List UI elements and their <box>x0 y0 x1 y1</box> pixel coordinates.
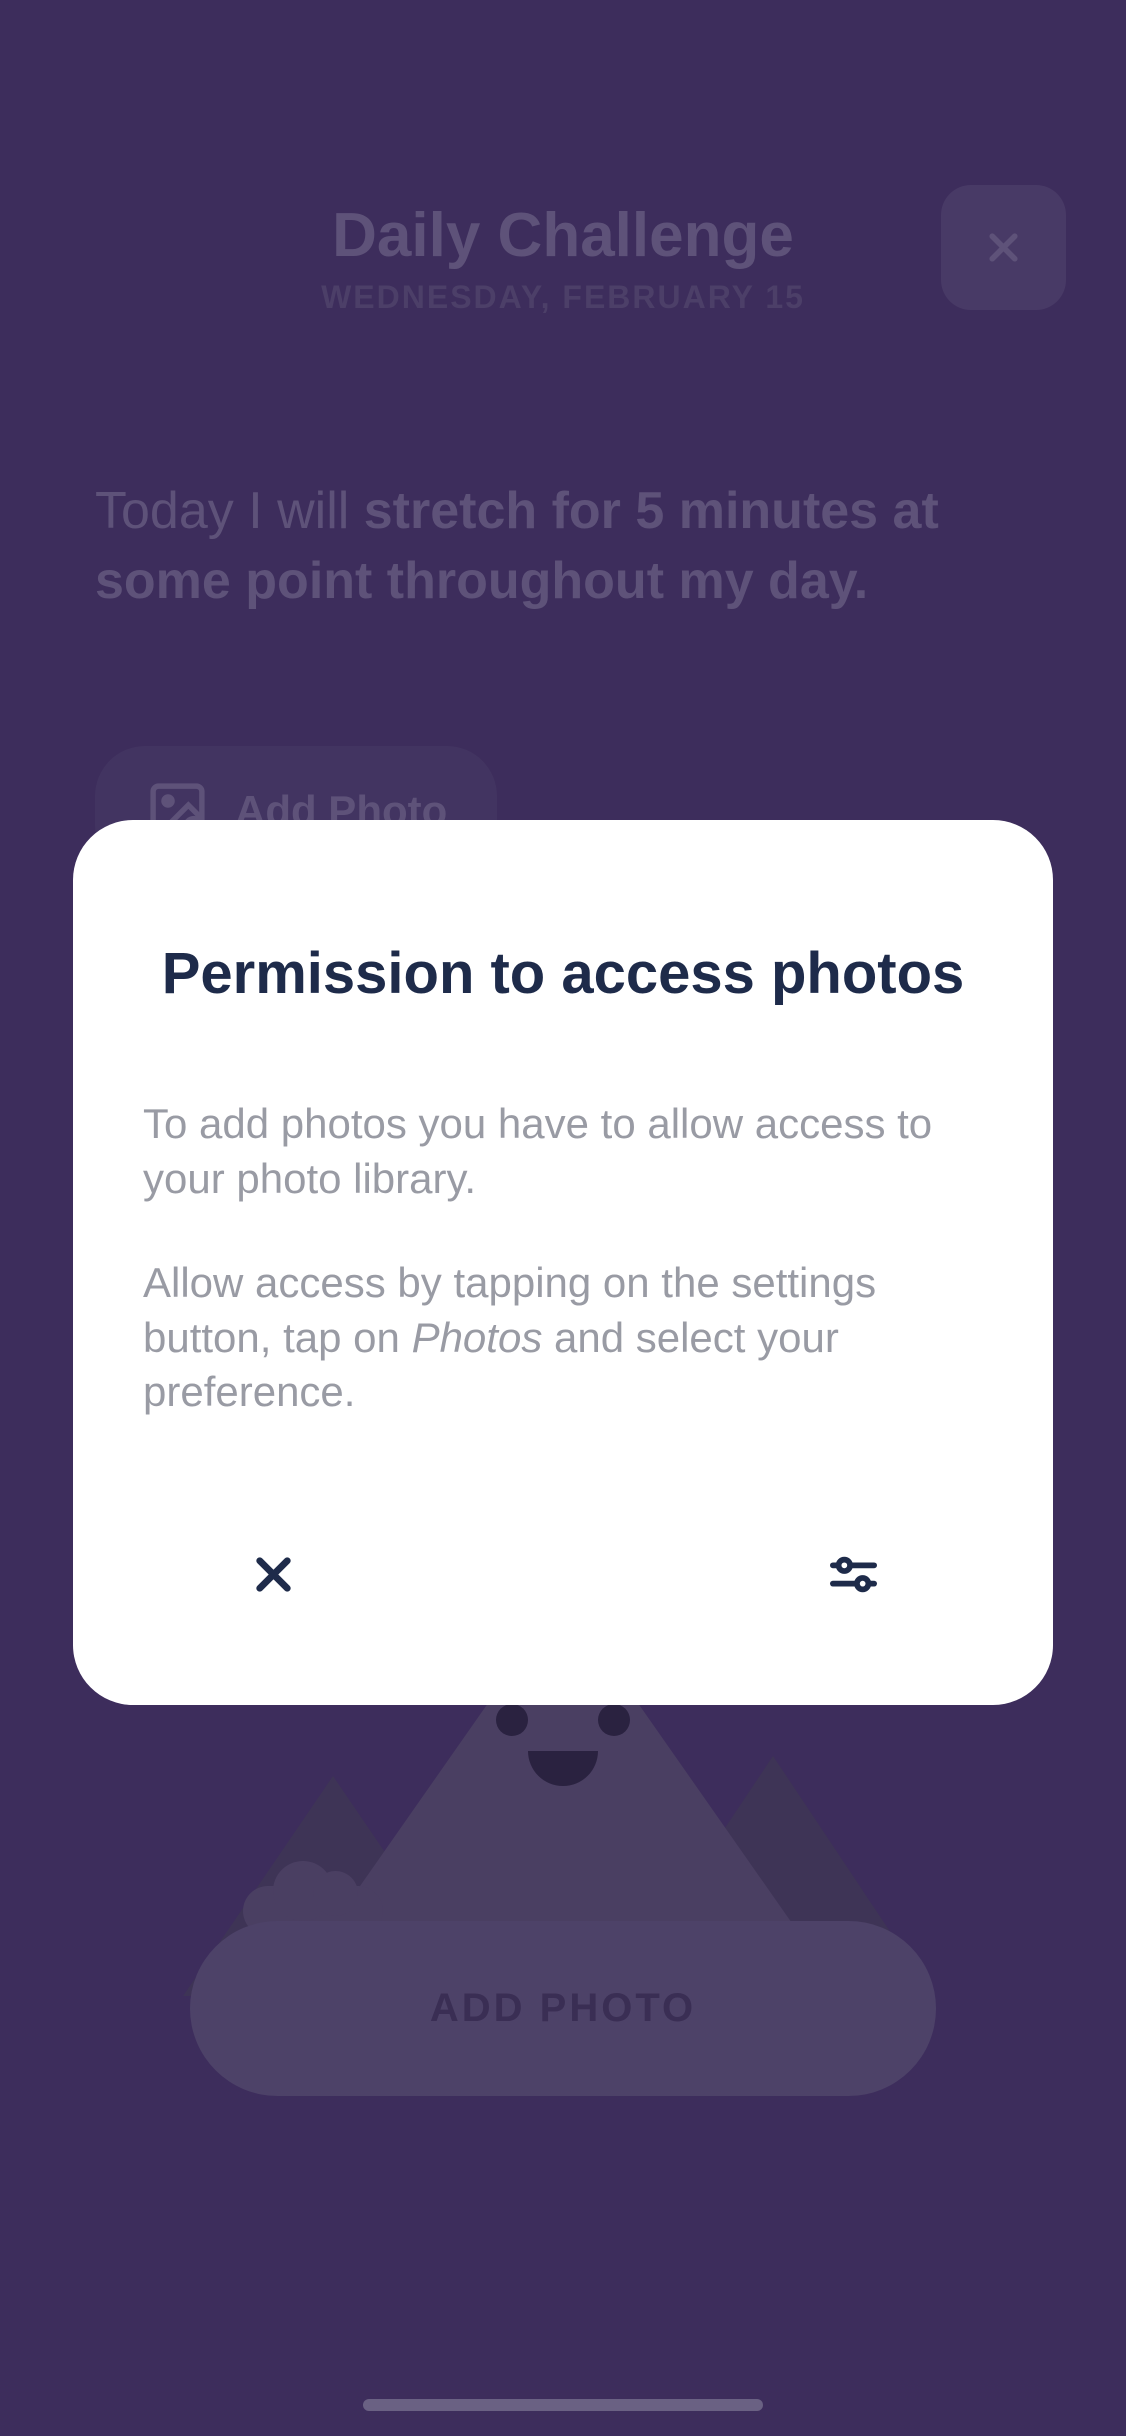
modal-title: Permission to access photos <box>143 940 983 1007</box>
modal-actions <box>143 1540 983 1610</box>
modal-body: To add photos you have to allow access t… <box>143 1097 983 1420</box>
modal-settings-button[interactable] <box>818 1540 888 1610</box>
modal-overlay: Permission to access photos To add photo… <box>0 0 1126 2436</box>
modal-close-button[interactable] <box>238 1540 308 1610</box>
permission-modal: Permission to access photos To add photo… <box>73 820 1053 1705</box>
close-icon <box>246 1547 301 1602</box>
settings-sliders-icon <box>826 1547 881 1602</box>
modal-body-text-1: To add photos you have to allow access t… <box>143 1097 983 1206</box>
modal-body-text-2: Allow access by tapping on the settings … <box>143 1256 983 1420</box>
